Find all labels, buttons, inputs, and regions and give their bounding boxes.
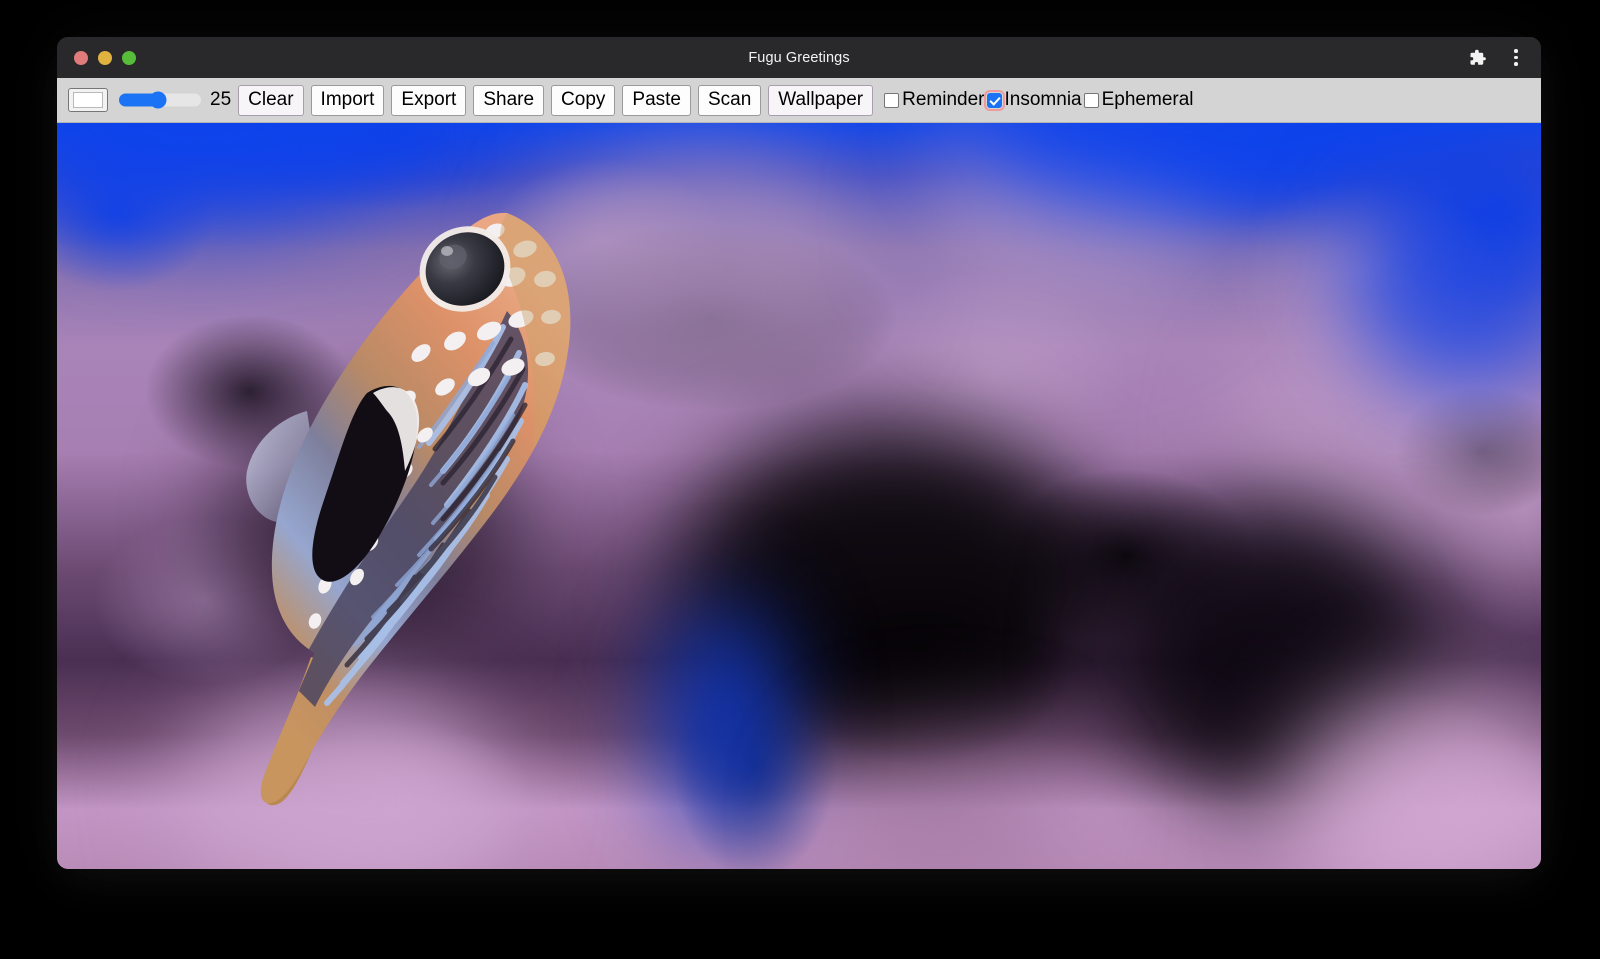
import-button[interactable]: Import xyxy=(311,85,385,116)
ephemeral-checkbox-item[interactable]: Ephemeral xyxy=(1084,89,1194,111)
app-window: Fugu Greetings xyxy=(57,37,1541,869)
three-dots xyxy=(1514,49,1518,66)
toolbar-checkbox-group: Reminder Insomnia Ephemeral xyxy=(884,89,1193,111)
export-button[interactable]: Export xyxy=(391,85,466,116)
title-bar: Fugu Greetings xyxy=(57,37,1541,78)
window-title: Fugu Greetings xyxy=(57,50,1541,66)
title-bar-actions xyxy=(1467,37,1527,78)
app-toolbar: 25 Clear Import Export Share Copy Paste … xyxy=(57,78,1541,123)
reminder-checkbox[interactable] xyxy=(884,93,899,108)
slider-value-label: 25 xyxy=(210,89,231,111)
paste-button[interactable]: Paste xyxy=(622,85,691,116)
insomnia-label: Insomnia xyxy=(1005,89,1082,111)
traffic-light-group xyxy=(74,51,136,65)
insomnia-checkbox[interactable] xyxy=(987,93,1002,108)
maximize-window-button[interactable] xyxy=(122,51,136,65)
drawing-canvas[interactable] xyxy=(57,123,1541,869)
slider-thumb[interactable] xyxy=(150,92,167,109)
scan-button[interactable]: Scan xyxy=(698,85,761,116)
insomnia-checkbox-item[interactable]: Insomnia xyxy=(987,89,1082,111)
line-width-slider[interactable] xyxy=(119,91,201,109)
color-picker-swatch xyxy=(73,92,103,108)
reminder-checkbox-item[interactable]: Reminder xyxy=(884,89,984,111)
screen: Fugu Greetings xyxy=(0,0,1600,959)
extensions-icon[interactable] xyxy=(1467,47,1489,69)
reminder-label: Reminder xyxy=(902,89,984,111)
close-window-button[interactable] xyxy=(74,51,88,65)
color-picker-input[interactable] xyxy=(68,88,108,112)
clear-button[interactable]: Clear xyxy=(238,85,303,116)
minimize-window-button[interactable] xyxy=(98,51,112,65)
wallpaper-button[interactable]: Wallpaper xyxy=(768,85,873,116)
ephemeral-checkbox[interactable] xyxy=(1084,93,1099,108)
reef-photo-background xyxy=(57,123,1541,869)
share-button[interactable]: Share xyxy=(473,85,544,116)
ephemeral-label: Ephemeral xyxy=(1102,89,1194,111)
copy-button[interactable]: Copy xyxy=(551,85,615,116)
browser-menu-icon[interactable] xyxy=(1505,47,1527,69)
